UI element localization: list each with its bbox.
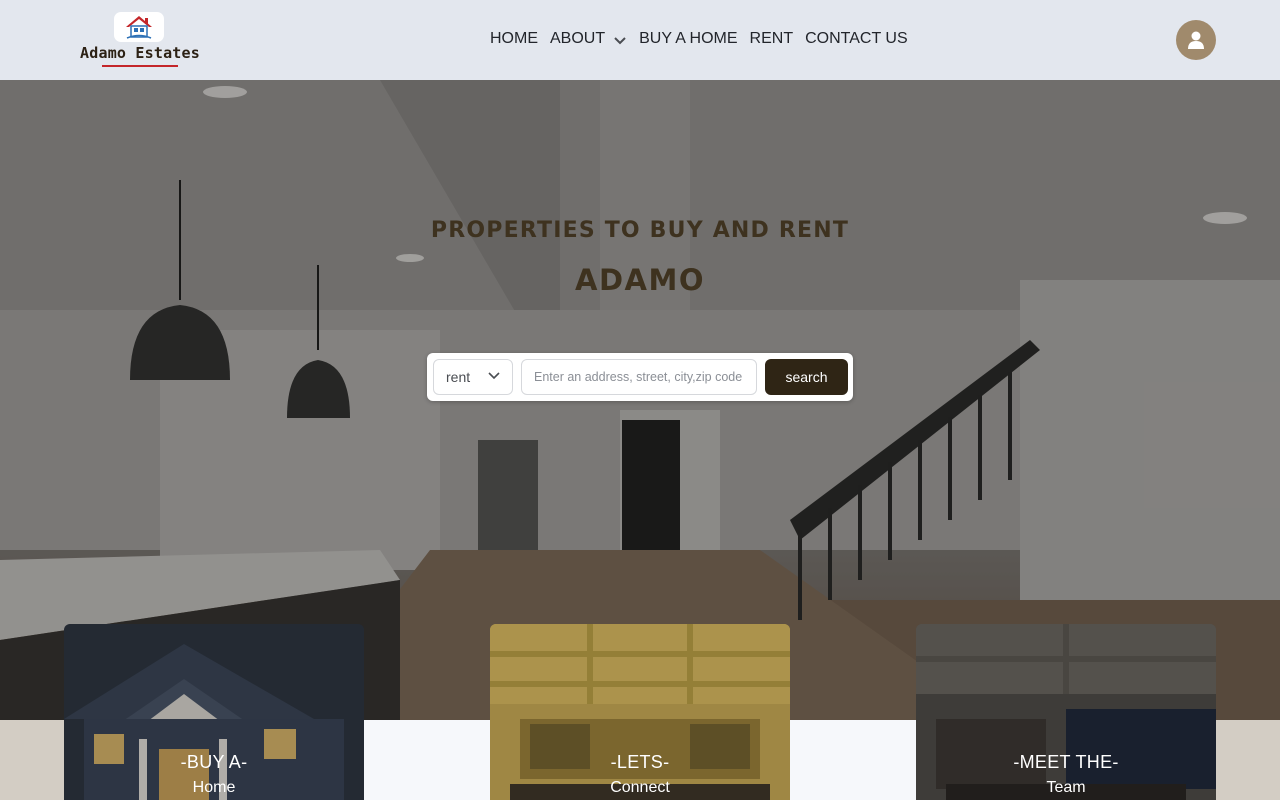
interior-lounge-image	[916, 624, 1216, 800]
nav-home-label: HOME	[490, 30, 538, 47]
logo-text: Adamo Estates	[80, 44, 200, 62]
chevron-down-icon	[488, 372, 500, 380]
card-buy-a-home[interactable]: -BUY A- Home	[64, 624, 364, 800]
user-avatar-button[interactable]	[1176, 20, 1216, 60]
nav-rent-label: RENT	[749, 30, 794, 47]
card-buy-label: -BUY A-	[180, 752, 248, 772]
main-nav: HOME ABOUT BUY A HOME RENT CONTACT US	[490, 30, 920, 48]
house-exterior-image	[64, 624, 364, 800]
hero-title: ADAMO	[575, 263, 705, 297]
user-icon	[1188, 31, 1204, 49]
interior-living-room-image	[490, 624, 790, 800]
nav-buy-a-home-label: BUY A HOME	[639, 30, 738, 47]
house-logo-icon	[126, 16, 152, 39]
card-lets-sub: Connect	[610, 779, 670, 796]
card-buy-sub: Home	[192, 779, 236, 796]
card-lets-connect[interactable]: -LETS- Connect	[490, 624, 790, 800]
nav-buy-a-home[interactable]: BUY A HOME	[639, 30, 737, 48]
card-meet-the-team[interactable]: -MEET THE- Team	[916, 624, 1216, 800]
card-meet-label: -MEET THE-	[1013, 752, 1119, 772]
logo-badge	[114, 12, 164, 42]
site-header: Adamo Estates HOME ABOUT BUY A HOME RENT…	[0, 0, 1280, 80]
listing-type-value: rent	[446, 369, 471, 385]
search-button[interactable]: search	[765, 359, 848, 395]
nav-contact-us[interactable]: CONTACT US	[805, 30, 908, 48]
nav-about[interactable]: ABOUT	[550, 30, 627, 48]
nav-rent[interactable]: RENT	[750, 30, 794, 48]
listing-type-select[interactable]: rent	[433, 359, 513, 395]
property-search-bar: rent search	[427, 353, 853, 401]
logo-underline	[102, 65, 178, 67]
nav-about-label: ABOUT	[550, 30, 606, 47]
chevron-down-icon	[614, 37, 626, 45]
address-search-input[interactable]	[521, 359, 757, 395]
card-lets-label: -LETS-	[610, 752, 670, 772]
hero-subtitle: PROPERTIES TO BUY AND RENT	[430, 218, 850, 243]
card-meet-sub: Team	[1046, 779, 1086, 796]
nav-home[interactable]: HOME	[490, 30, 538, 48]
nav-contact-us-label: CONTACT US	[805, 30, 908, 47]
logo[interactable]: Adamo Estates	[74, 10, 206, 70]
